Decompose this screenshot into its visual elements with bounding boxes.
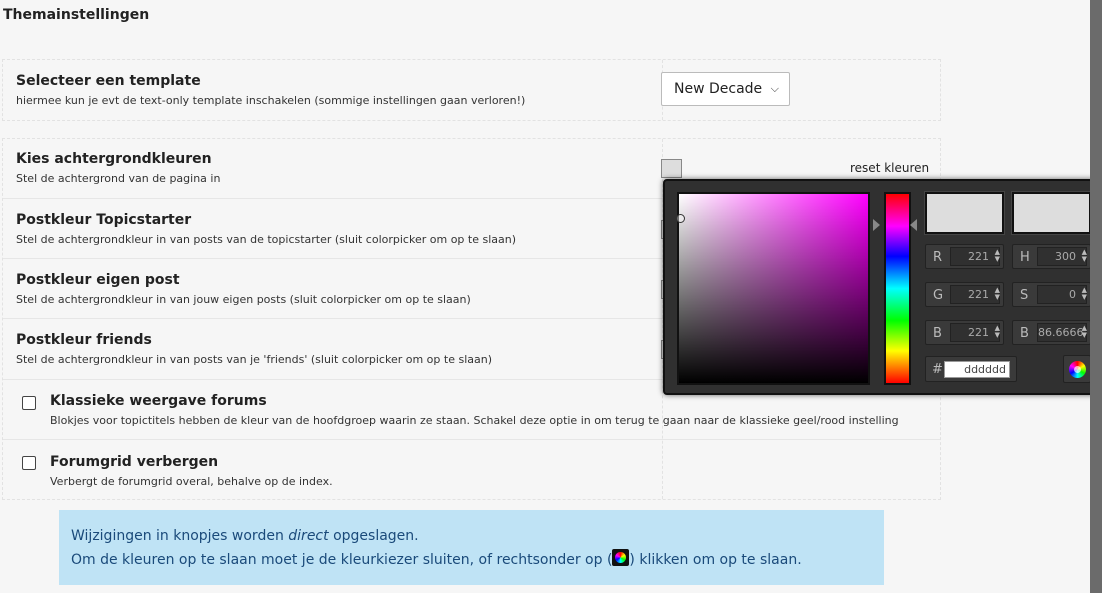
info-line-2: Om de kleuren op te slaan moet je de kle… (71, 549, 884, 569)
setting-title: Postkleur Topicstarter (16, 212, 192, 228)
setting-description: Stel de achtergrond van de pagina in (16, 172, 221, 185)
template-description: hiermee kun je evt de text-only template… (16, 94, 526, 107)
red-input[interactable]: 221 (950, 247, 1000, 266)
setting-description: Stel de achtergrondkleur in van posts va… (16, 233, 517, 246)
hex-input[interactable]: dddddd (944, 361, 1010, 378)
option-description: Blokjes voor topictitels hebben de kleur… (50, 414, 899, 427)
setting-description: Stel de achtergrondkleur in van jouw eig… (16, 293, 471, 306)
template-panel: Selecteer een template hiermee kun je ev… (2, 59, 941, 121)
reset-colors-link[interactable]: reset kleuren (850, 161, 929, 175)
saturation-label: S (1020, 288, 1029, 303)
red-field: R 221 ▲ ▼ (925, 244, 1004, 269)
green-label: G (933, 288, 944, 303)
hue-spinner-icon[interactable]: ▲ ▼ (1082, 249, 1087, 263)
green-spinner-icon[interactable]: ▲ ▼ (995, 287, 1000, 301)
setting-title: Postkleur eigen post (16, 272, 180, 288)
hue-slider[interactable] (884, 192, 911, 385)
hue-slider-arrow-left[interactable] (873, 219, 880, 231)
setting-title: Postkleur friends (16, 332, 152, 348)
hex-label: # (932, 362, 943, 377)
green-input[interactable]: 221 (950, 285, 1000, 304)
background-color-swatch[interactable] (661, 159, 682, 178)
template-select[interactable]: New Decade ⌵ (661, 72, 790, 106)
red-label: R (933, 250, 943, 265)
info-line-1-end: opgeslagen. (328, 528, 419, 544)
color-picker: R 221 ▲ ▼ H 300 ▲ ▼ G 221 ▲ ▼ S 0 ▲ ▼ B 221 … (663, 179, 1102, 395)
color-wheel-icon (1069, 361, 1086, 378)
page-title: Themainstellingen (3, 7, 150, 23)
picker-submit-button[interactable] (1063, 355, 1091, 383)
saturation-field: S 0 ▲ ▼ (1012, 282, 1091, 307)
setting-title: Kies achtergrondkleuren (16, 151, 212, 167)
saturation-input[interactable]: 0 (1037, 285, 1087, 304)
info-line-2-start: Om de kleuren op te slaan moet je de kle… (71, 552, 613, 568)
blue-spinner-icon[interactable]: ▲ ▼ (995, 325, 1000, 339)
blue-field: B 221 ▲ ▼ (925, 320, 1004, 345)
info-line-2-end: ) klikken om op te slaan. (629, 552, 802, 568)
new-color-preview (925, 192, 1004, 234)
hue-slider-arrow-right[interactable] (910, 219, 917, 231)
brightness-input[interactable]: 86.6666 (1037, 323, 1087, 342)
blue-input[interactable]: 221 (950, 323, 1000, 342)
brightness-field: B 86.6666 ▲ ▼ (1012, 320, 1091, 345)
option-description: Verbergt de forumgrid overal, behalve op… (50, 475, 333, 488)
saturation-value-area[interactable] (676, 192, 870, 385)
setting-description: Stel de achtergrondkleur in van posts va… (16, 353, 492, 366)
chevron-down-icon: ⌵ (770, 82, 779, 95)
info-line-1: Wijzigingen in knopjes worden direct opg… (71, 528, 884, 545)
hue-input[interactable]: 300 (1037, 247, 1087, 266)
green-field: G 221 ▲ ▼ (925, 282, 1004, 307)
hue-label: H (1020, 250, 1030, 265)
blue-label: B (933, 326, 942, 341)
info-line-1-emphasis: direct (288, 528, 329, 544)
color-wheel-icon (612, 549, 630, 566)
info-message: Wijzigingen in knopjes worden direct opg… (59, 510, 884, 585)
red-spinner-icon[interactable]: ▲ ▼ (995, 249, 1000, 263)
original-color-preview[interactable] (1012, 192, 1091, 234)
scrollbar[interactable] (1090, 0, 1102, 593)
hue-field: H 300 ▲ ▼ (1012, 244, 1091, 269)
option-row-hide-forumgrid: Forumgrid verbergen Verbergt de forumgri… (3, 440, 940, 500)
brightness-spinner-icon[interactable]: ▲ ▼ (1082, 325, 1087, 339)
option-title: Klassieke weergave forums (50, 393, 267, 409)
template-title: Selecteer een template (16, 73, 201, 89)
saturation-spinner-icon[interactable]: ▲ ▼ (1082, 287, 1087, 301)
option-title: Forumgrid verbergen (50, 454, 219, 470)
classic-view-checkbox[interactable] (22, 396, 36, 410)
info-line-1-start: Wijzigingen in knopjes worden (71, 528, 289, 544)
brightness-label: B (1020, 326, 1029, 341)
template-select-value: New Decade (674, 81, 763, 97)
hide-forumgrid-checkbox[interactable] (22, 456, 36, 470)
hex-field: # dddddd (925, 356, 1017, 382)
sv-cursor[interactable] (676, 214, 685, 223)
